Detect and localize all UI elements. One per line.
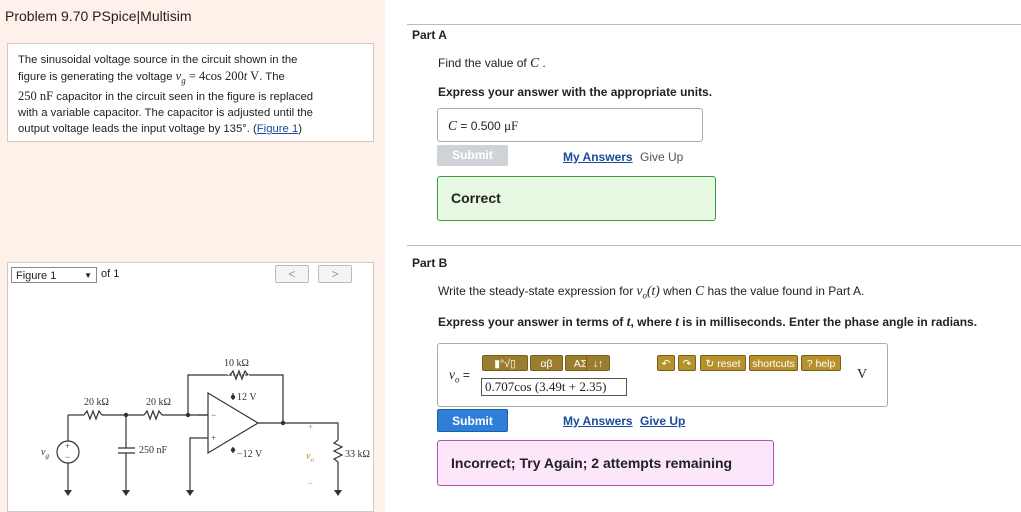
part-b-unit: V (857, 367, 868, 382)
part-a-submit-button[interactable]: Submit (437, 145, 508, 166)
svg-text:+: + (211, 433, 216, 443)
chevron-down-icon: ▼ (84, 271, 92, 280)
figure-viewer: Figure 1 ▼ of 1 < > 10 kΩ 20 kΩ 20 kΩ 12… (7, 262, 374, 512)
shortcuts-button[interactable]: shortcuts (749, 355, 798, 371)
part-b-label: Part B (412, 256, 448, 270)
figure-link[interactable]: Figure 1 (257, 123, 298, 135)
supply-negative-label: −12 V (237, 449, 263, 460)
next-figure-button[interactable]: > (318, 265, 352, 283)
capacitor-label: 250 nF (139, 445, 168, 456)
undo-icon[interactable]: ↶ (657, 355, 675, 371)
part-b-my-answers-link[interactable]: My Answers (563, 414, 633, 428)
divider-mid (407, 245, 1021, 246)
part-b-instruction: Express your answer in terms of t, where… (438, 314, 978, 329)
prev-figure-button[interactable]: < (275, 265, 309, 283)
problem-statement: The sinusoidal voltage source in the cir… (7, 43, 374, 142)
resistor-20k-a-label: 20 kΩ (84, 397, 109, 408)
svg-text:−: − (308, 478, 313, 488)
templates-menu-button[interactable]: ▮°√▯ (482, 355, 528, 371)
greek-menu-button[interactable]: αβ (530, 355, 563, 371)
part-b-lhs: vo = (449, 367, 470, 385)
circuit-diagram: 10 kΩ 20 kΩ 20 kΩ 12 V −12 V 250 nF 33 k… (41, 358, 370, 496)
part-b-give-up-link[interactable]: Give Up (640, 414, 685, 428)
help-button[interactable]: ? help (801, 355, 841, 371)
figure-count: of 1 (101, 268, 120, 280)
problem-line-3: 250 nF capacitor in the circuit seen in … (18, 89, 314, 104)
resistor-20k-b-label: 20 kΩ (146, 397, 171, 408)
part-b-answer-editor (437, 343, 888, 407)
resistor-10k-label: 10 kΩ (224, 358, 249, 369)
svg-text:+: + (65, 441, 70, 451)
part-a-my-answers-link[interactable]: My Answers (563, 150, 633, 164)
svg-text:−: − (65, 452, 70, 462)
part-b-submit-button[interactable]: Submit (437, 409, 508, 432)
problem-line-4: with a variable capacitor. The capacitor… (18, 107, 313, 120)
svg-text:−: − (211, 410, 216, 420)
part-b-question: Write the steady-state expression for vo… (438, 283, 865, 301)
part-b-math-input[interactable]: 0.707cos (3.49t + 2.35) (481, 378, 627, 396)
part-a-give-up-link[interactable]: Give Up (640, 150, 683, 164)
source-vg-label: vg (41, 447, 49, 460)
part-a-feedback: Correct (437, 176, 716, 221)
problem-panel: Problem 9.70 PSpice|Multisim The sinusoi… (0, 0, 385, 512)
problem-title: Problem 9.70 PSpice|Multisim (5, 8, 192, 24)
svg-text:+: + (308, 422, 313, 432)
supply-positive-label: 12 V (237, 392, 257, 403)
redo-icon[interactable]: ↷ (678, 355, 696, 371)
problem-line-1: The sinusoidal voltage source in the cir… (18, 54, 298, 66)
resistor-33k-label: 33 kΩ (345, 449, 370, 460)
part-a-question: Find the value of C . (438, 55, 546, 70)
part-b-feedback: Incorrect; Try Again; 2 attempts remaini… (437, 440, 774, 486)
output-vo-label: vo (306, 451, 314, 464)
part-a-answer-field[interactable]: C = 0.500 μF (437, 108, 703, 142)
part-a-instruction: Express your answer with the appropriate… (438, 85, 713, 99)
figure-select[interactable]: Figure 1 ▼ (11, 267, 97, 283)
arrows-menu-button[interactable]: ↓↑ (586, 355, 610, 371)
part-a-label: Part A (412, 28, 447, 42)
problem-line-5: output voltage leads the input voltage b… (18, 123, 302, 136)
reset-icon: ↻ (705, 358, 718, 370)
reset-button[interactable]: ↻ reset (700, 355, 746, 371)
divider-top (407, 24, 1021, 25)
problem-line-2: figure is generating the voltage vg = 4c… (18, 69, 285, 86)
